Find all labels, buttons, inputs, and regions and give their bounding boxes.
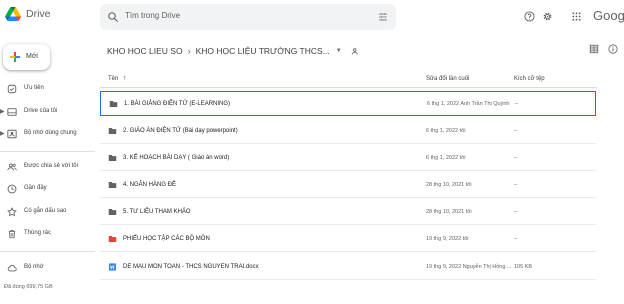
file-name: DE MAU MON TOAN - THCS NGUYEN TRAI.docx	[123, 264, 259, 270]
folder-icon	[108, 182, 117, 188]
table-row[interactable]: DE MAU MON TOAN - THCS NGUYEN TRAI.docx …	[100, 255, 596, 280]
grid-view-icon[interactable]	[589, 44, 599, 54]
file-size: –	[514, 128, 518, 134]
file-size: –	[514, 209, 518, 215]
sort-arrow-up-icon[interactable]: ↑	[123, 75, 127, 82]
sidebar-item-my-drive[interactable]: ▶ Drive của tôi	[0, 104, 95, 120]
breadcrumb: KHO HOC LIEU SO › KHO HỌC LIỆU TRƯỜNG TH…	[107, 44, 360, 58]
sidebar-item-priority[interactable]: Ưu tiên	[0, 81, 95, 97]
file-size: –	[514, 182, 518, 188]
plus-icon	[10, 52, 20, 62]
sidebar-item-label: Có gắn dấu sao	[24, 208, 67, 214]
storage-usage-text: Đã dùng 699,75 GB	[4, 284, 53, 290]
table-row[interactable]: 2. GIÁO ÁN ĐIỆN TỬ (Bài dạy powerpoint) …	[100, 119, 596, 144]
sidebar-item-label: Thùng rác	[24, 230, 52, 236]
trash-icon	[8, 230, 16, 239]
breadcrumb-current[interactable]: KHO HỌC LIỆU TRƯỜNG THCS...	[196, 46, 330, 56]
file-size: –	[514, 155, 518, 161]
info-icon[interactable]	[608, 44, 618, 54]
file-name: PHIẾU HỌC TẬP CÁC BỘ MÔN	[123, 236, 210, 242]
file-modified: 19 thg 9, 2022 tôi	[426, 236, 469, 242]
drive-logo-icon	[5, 7, 21, 21]
file-name: 4. NGÂN HÀNG ĐỀ	[123, 182, 177, 188]
file-size: –	[515, 101, 519, 107]
file-size: 105 KB	[514, 264, 533, 270]
folder-icon	[108, 128, 117, 134]
check-circle-icon	[7, 84, 17, 94]
breadcrumb-root[interactable]: KHO HOC LIEU SO	[107, 46, 183, 56]
search-bar[interactable]: Tìm trong Drive	[100, 4, 396, 30]
file-name: 5. TƯ LIỆU THAM KHẢO	[123, 209, 191, 215]
sidebar-item-label: Bộ nhớ	[24, 264, 44, 270]
settings-gear-icon[interactable]	[542, 11, 553, 22]
sidebar-item-label: Drive của tôi	[24, 108, 58, 114]
folder-icon	[108, 155, 117, 161]
file-size: –	[514, 236, 518, 242]
star-icon	[7, 207, 17, 217]
expand-caret-icon[interactable]: ▶	[0, 130, 5, 137]
help-icon[interactable]	[524, 11, 535, 22]
file-modified: 28 thg 10, 2021 tôi	[426, 209, 472, 215]
sidebar-divider	[0, 151, 95, 152]
sidebar-item-recent[interactable]: Gần đây	[0, 181, 95, 197]
drive-logo[interactable]: Drive	[5, 7, 51, 21]
file-modified: 28 thg 10, 2021 tôi	[426, 182, 472, 188]
apps-grid-icon[interactable]	[571, 11, 582, 22]
file-list-header: Tên ↑ Sửa đổi lần cuối Kích cỡ tệp	[100, 70, 597, 88]
breadcrumb-separator-icon: ›	[187, 46, 191, 56]
file-modified: 19 thg 9, 2022 Nguyễn Thị Hồng ...	[426, 264, 512, 270]
app-title: Drive	[26, 8, 51, 20]
search-input[interactable]: Tìm trong Drive	[125, 11, 180, 20]
table-row[interactable]: 5. TƯ LIỆU THAM KHẢO 28 thg 10, 2021 tôi…	[100, 200, 596, 225]
my-drive-icon	[7, 108, 17, 116]
sidebar-item-label: Ưu tiên	[24, 85, 44, 91]
column-header-modified[interactable]: Sửa đổi lần cuối	[426, 76, 469, 82]
folder-icon	[108, 209, 117, 215]
table-row[interactable]: 4. NGÂN HÀNG ĐỀ 28 thg 10, 2021 tôi –	[100, 173, 596, 198]
sidebar-item-shared-drives[interactable]: ▶ Bộ nhớ dùng chung	[0, 126, 95, 142]
table-row[interactable]: 3. KẾ HOẠCH BÀI DẠY ( Giáo án word) 6 th…	[100, 146, 596, 171]
sidebar-item-trash[interactable]: Thùng rác	[0, 226, 95, 242]
sidebar-item-starred[interactable]: Có gắn dấu sao	[0, 204, 95, 220]
shared-drive-icon	[7, 129, 17, 139]
column-header-name[interactable]: Tên	[108, 76, 118, 82]
clock-icon	[7, 184, 17, 194]
search-icon[interactable]	[107, 11, 119, 23]
table-row[interactable]: 1. BÀI GIẢNG ĐIỆN TỬ (E-LEARNING) 6 thg …	[100, 91, 596, 116]
sidebar-item-label: Được chia sẻ với tôi	[24, 163, 78, 169]
sidebar-item-label: Bộ nhớ dùng chung	[24, 130, 77, 136]
file-name: 2. GIÁO ÁN ĐIỆN TỬ (Bài dạy powerpoint)	[123, 128, 238, 134]
top-bar: Drive Tìm trong Drive Google	[0, 0, 624, 34]
file-modified: 6 thg 1, 2022 Anh Trần Thị Quỳnh	[427, 101, 510, 107]
word-document-icon	[108, 263, 117, 271]
cloud-icon	[7, 265, 17, 272]
people-icon	[7, 163, 17, 171]
new-button[interactable]: Mới	[3, 44, 50, 70]
filter-options-icon[interactable]	[378, 12, 388, 22]
google-account-logo[interactable]: Google	[593, 8, 624, 23]
column-header-size[interactable]: Kích cỡ tệp	[514, 76, 545, 82]
red-folder-icon	[108, 236, 117, 242]
new-button-label: Mới	[26, 53, 38, 60]
file-modified: 6 thg 1, 2022 tôi	[426, 155, 466, 161]
table-row[interactable]: PHIẾU HỌC TẬP CÁC BỘ MÔN 19 thg 9, 2022 …	[100, 227, 596, 252]
file-modified: 6 thg 1, 2022 tôi	[426, 128, 466, 134]
sidebar-item-storage[interactable]: Bộ nhớ	[0, 260, 95, 276]
file-name: 3. KẾ HOẠCH BÀI DẠY ( Giáo án word)	[123, 155, 230, 161]
sidebar-divider	[0, 251, 95, 252]
sidebar-item-label: Gần đây	[24, 185, 47, 191]
folder-menu-dropdown-icon[interactable]: ▼	[336, 48, 342, 54]
sidebar-item-shared-with-me[interactable]: Được chia sẻ với tôi	[0, 159, 95, 175]
folder-icon	[109, 101, 118, 107]
file-name: 1. BÀI GIẢNG ĐIỆN TỬ (E-LEARNING)	[124, 101, 231, 107]
shared-folder-people-icon[interactable]	[351, 47, 360, 56]
expand-caret-icon[interactable]: ▶	[0, 108, 5, 115]
